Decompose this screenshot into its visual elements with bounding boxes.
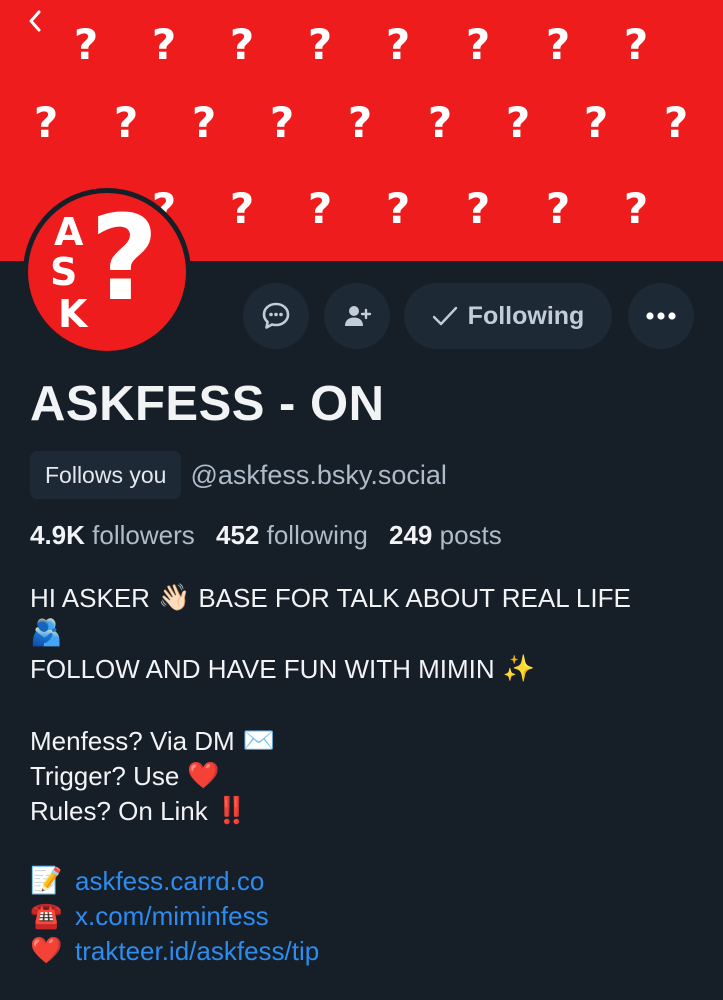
posts-label: posts: [439, 520, 502, 550]
banner-question-mark: ?: [385, 20, 411, 69]
banner-question-mark: ?: [347, 98, 373, 147]
banner-question-mark: ?: [229, 184, 255, 233]
bio-text: HI ASKER: [30, 583, 150, 613]
checkmark-icon: [432, 306, 457, 326]
people-hugging-icon: 🫂: [30, 618, 63, 648]
follows-you-badge: Follows you: [30, 451, 182, 499]
banner-question-mark: ?: [427, 98, 453, 147]
bio-line: FOLLOW AND HAVE FUN WITH MIMIN ✨: [30, 652, 535, 687]
display-name: ASKFESS - ON: [30, 377, 385, 431]
double-exclamation-icon: ‼️: [215, 796, 249, 826]
bio-text: Menfess? Via DM: [30, 726, 235, 756]
memo-icon: 📝: [30, 866, 63, 896]
heart-icon: ❤️: [187, 761, 220, 791]
bio-line: 🫂: [30, 616, 62, 651]
more-options-button[interactable]: [628, 283, 694, 349]
banner-question-mark: ?: [583, 98, 609, 147]
handle[interactable]: @askfess.bsky.social: [190, 460, 447, 491]
bio-link-row: 📝 askfess.carrd.co: [30, 864, 264, 899]
banner-question-mark: ?: [663, 98, 689, 147]
avatar-letter: A: [54, 210, 84, 254]
banner-question-mark: ?: [385, 184, 411, 233]
x-profile-link[interactable]: x.com/miminfess: [75, 899, 269, 934]
banner-question-mark: ?: [151, 20, 177, 69]
bio-text: FOLLOW AND HAVE FUN WITH MIMIN: [30, 654, 495, 684]
banner-question-mark: ?: [465, 20, 491, 69]
following-count: 452: [215, 520, 260, 550]
chevron-left-icon: [29, 10, 41, 32]
bio-line: Rules? On Link ‼️: [30, 794, 248, 829]
carrd-link[interactable]: askfess.carrd.co: [75, 864, 264, 899]
banner-question-mark: ?: [307, 20, 333, 69]
bio-text: Trigger? Use: [30, 761, 180, 791]
bio-link-row: ☎️ x.com/miminfess: [30, 899, 269, 934]
banner-question-mark: ?: [545, 20, 571, 69]
banner-question-mark: ?: [33, 98, 59, 147]
handle-row: Follows you @askfess.bsky.social: [30, 451, 447, 499]
following-stat[interactable]: 452 following: [216, 520, 368, 550]
banner-question-mark: ?: [113, 98, 139, 147]
banner-question-mark: ?: [73, 20, 99, 69]
banner-question-mark: ?: [623, 20, 649, 69]
banner-question-mark: ?: [307, 184, 333, 233]
following-button-label: Following: [467, 301, 585, 330]
followers-stat[interactable]: 4.9K followers: [30, 520, 195, 550]
ellipsis-icon: [646, 312, 676, 320]
bio-line: HI ASKER 👋🏻 BASE FOR TALK ABOUT REAL LIF…: [30, 581, 631, 616]
bio-text: Rules? On Link: [30, 796, 208, 826]
banner-question-mark: ?: [229, 20, 255, 69]
sparkles-icon: ✨: [502, 654, 536, 684]
posts-count: 249: [389, 520, 433, 550]
following-button[interactable]: Following: [404, 283, 612, 349]
telephone-icon: ☎️: [30, 901, 63, 931]
bio-line: Menfess? Via DM ✉️: [30, 724, 275, 759]
banner-question-mark: ?: [623, 184, 649, 233]
posts-stat: 249 posts: [389, 520, 502, 550]
following-label: following: [266, 520, 368, 550]
followers-count: 4.9K: [30, 520, 85, 550]
bio-link-row: ❤️ trakteer.id/askfess/tip: [30, 934, 319, 969]
back-button[interactable]: [20, 6, 50, 36]
banner-question-mark: ?: [269, 98, 295, 147]
person-plus-icon: [345, 306, 372, 326]
banner-question-mark: ?: [545, 184, 571, 233]
message-button[interactable]: [243, 283, 309, 349]
add-user-button[interactable]: [324, 283, 390, 349]
followers-label: followers: [92, 520, 195, 550]
chat-bubble-icon: [262, 302, 290, 329]
banner-question-mark: ?: [191, 98, 217, 147]
banner-question-mark: ?: [465, 184, 491, 233]
trakteer-link[interactable]: trakteer.id/askfess/tip: [75, 934, 319, 969]
bio-text: BASE FOR TALK ABOUT REAL LIFE: [198, 583, 631, 613]
heart-icon: ❤️: [30, 936, 63, 966]
bio-line: Trigger? Use ❤️: [30, 759, 220, 794]
banner-question-mark: ?: [505, 98, 531, 147]
envelope-icon: ✉️: [242, 726, 276, 756]
waving-hand-icon: 👋🏻: [157, 583, 191, 613]
profile-actions: Following: [0, 283, 723, 349]
profile-stats: 4.9K followers 452 following 249 posts: [30, 520, 502, 551]
